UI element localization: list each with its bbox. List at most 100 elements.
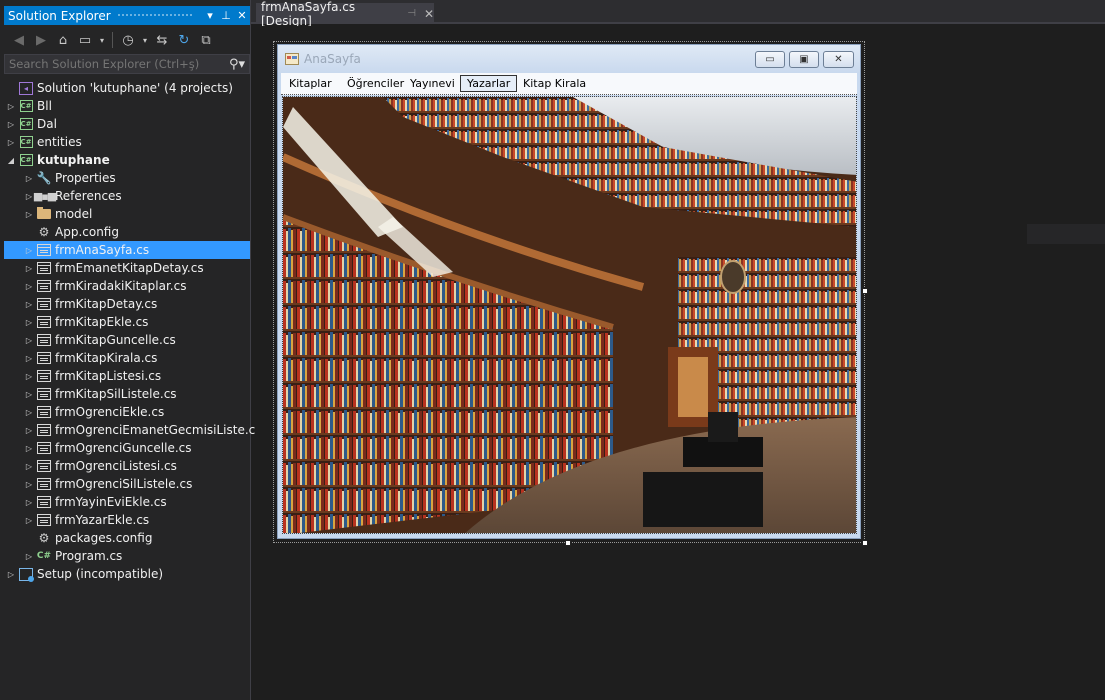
expand-arrow-icon[interactable]: ▷: [22, 246, 36, 255]
window-position-dropdown-icon[interactable]: ▾: [202, 9, 218, 22]
expand-arrow-icon[interactable]: ▷: [22, 498, 36, 507]
resize-handle-right[interactable]: [862, 288, 868, 294]
document-tab-frmanasayfa-design[interactable]: frmAnaSayfa.cs [Design] ⊣ ✕: [256, 0, 434, 28]
tree-node-item[interactable]: ▷ frmOgrenciListesi.cs: [4, 457, 250, 475]
close-button[interactable]: ✕: [823, 51, 854, 68]
tree-node-item[interactable]: ▷ 🔧 Properties: [4, 169, 250, 187]
tree-node-item[interactable]: ▷ frmAnaSayfa.cs: [4, 241, 250, 259]
solution-icon: ◂: [18, 81, 34, 95]
menu-yayinevi[interactable]: Yayınevi: [404, 75, 461, 92]
collapse-arrow-icon[interactable]: ◢: [4, 156, 18, 165]
tree-node-project[interactable]: ▷ C# entities: [4, 133, 250, 151]
expand-arrow-icon[interactable]: ▷: [22, 336, 36, 345]
pending-changes-filter-icon[interactable]: ◷: [119, 31, 137, 49]
tree-node-project[interactable]: ▷ C# Bll: [4, 97, 250, 115]
tree-node-item[interactable]: ▷ model: [4, 205, 250, 223]
tree-node-item[interactable]: ⚙ packages.config: [4, 529, 250, 547]
tree-node-item[interactable]: ▷ frmEmanetKitapDetay.cs: [4, 259, 250, 277]
library-photo-image: [283, 97, 856, 533]
drag-grip[interactable]: [116, 13, 194, 18]
tree-node-project[interactable]: ▷ C# Dal: [4, 115, 250, 133]
form-anasayfa[interactable]: AnaSayfa ▭ ▣ ✕ Kitaplar Öğrenciler Yayın…: [277, 44, 861, 539]
menu-yazarlar[interactable]: Yazarlar: [460, 75, 518, 92]
menu-ogrenciler[interactable]: Öğrenciler: [341, 75, 410, 92]
tree-node-item[interactable]: ▷ C# Program.cs: [4, 547, 250, 565]
csharp-project-icon: C#: [19, 100, 33, 112]
resize-handle-bottom[interactable]: [565, 540, 571, 546]
expand-arrow-icon[interactable]: ▷: [22, 318, 36, 327]
tree-node-item[interactable]: ▷ frmOgrenciGuncelle.cs: [4, 439, 250, 457]
menu-kitaplar[interactable]: Kitaplar: [283, 75, 338, 92]
home-icon[interactable]: ⌂: [54, 31, 72, 49]
expand-arrow-icon[interactable]: ▷: [22, 426, 36, 435]
expand-arrow-icon[interactable]: ▷: [4, 102, 18, 111]
toolbar-separator: [112, 32, 113, 48]
close-icon[interactable]: ✕: [234, 9, 250, 22]
tree-node-solution[interactable]: ◂ Solution 'kutuphane' (4 projects): [4, 79, 250, 97]
refresh-icon[interactable]: ↻: [175, 31, 193, 49]
tree-node-item[interactable]: ▷ frmKitapSilListele.cs: [4, 385, 250, 403]
pin-icon[interactable]: ⊥: [218, 9, 234, 22]
tree-node-item[interactable]: ▷ frmKitapEkle.cs: [4, 313, 250, 331]
expand-arrow-icon[interactable]: ▷: [22, 462, 36, 471]
search-input[interactable]: [5, 57, 225, 71]
expand-arrow-icon[interactable]: ▷: [22, 444, 36, 453]
tree-node-item[interactable]: ▷ frmYazarEkle.cs: [4, 511, 250, 529]
filter-dropdown-icon[interactable]: ▾: [141, 31, 149, 49]
tree-node-label: frmKitapListesi.cs: [55, 369, 162, 383]
expand-arrow-icon[interactable]: ▷: [22, 552, 36, 561]
tree-node-item[interactable]: ▷ frmKitapDetay.cs: [4, 295, 250, 313]
maximize-button[interactable]: ▣: [789, 51, 819, 68]
tree-node-item[interactable]: ▷ frmOgrenciEmanetGecmisiListe.c: [4, 421, 255, 439]
solution-explorer-titlebar[interactable]: Solution Explorer ▾ ⊥ ✕: [4, 6, 250, 25]
collapse-all-icon[interactable]: ⧉: [197, 31, 215, 49]
tree-node-item[interactable]: ⚙ App.config: [4, 223, 250, 241]
expand-arrow-icon[interactable]: ▷: [22, 480, 36, 489]
switch-views-dropdown-icon[interactable]: ▾: [98, 31, 106, 49]
switch-views-icon[interactable]: ▭: [76, 31, 94, 49]
menu-kitap-kirala[interactable]: Kitap Kirala: [517, 75, 592, 92]
tree-node-item[interactable]: ▷ ■▪■ References: [4, 187, 250, 205]
expand-arrow-icon[interactable]: ▷: [4, 120, 18, 129]
tree-node-label: frmOgrenciSilListele.cs: [55, 477, 193, 491]
tree-node-item[interactable]: ▷ frmKitapGuncelle.cs: [4, 331, 250, 349]
pin-tab-icon[interactable]: ⊣: [407, 8, 416, 19]
setup-project-icon: [18, 567, 34, 582]
expand-arrow-icon[interactable]: ▷: [22, 390, 36, 399]
form-titlebar[interactable]: AnaSayfa ▭ ▣ ✕: [278, 45, 860, 73]
close-tab-icon[interactable]: ✕: [424, 7, 434, 21]
library-picture-box[interactable]: [282, 96, 857, 534]
search-icon[interactable]: ⚲▾: [225, 57, 249, 72]
tree-node-item[interactable]: ▷ frmOgrenciEkle.cs: [4, 403, 250, 421]
tree-node-label: entities: [37, 135, 82, 149]
expand-arrow-icon[interactable]: ▷: [22, 300, 36, 309]
sync-with-document-icon[interactable]: ⇆: [153, 31, 171, 49]
expand-arrow-icon[interactable]: ▷: [22, 282, 36, 291]
expand-arrow-icon[interactable]: ▷: [22, 372, 36, 381]
expand-arrow-icon[interactable]: ▷: [22, 408, 36, 417]
tree-node-item[interactable]: ▷ frmOgrenciSilListele.cs: [4, 475, 250, 493]
expand-arrow-icon[interactable]: ▷: [22, 174, 36, 183]
minimize-button[interactable]: ▭: [755, 51, 785, 68]
expand-arrow-icon[interactable]: ▷: [22, 516, 36, 525]
tree-node-item[interactable]: ▷ frmKitapListesi.cs: [4, 367, 250, 385]
tree-node-label: frmEmanetKitapDetay.cs: [55, 261, 204, 275]
expand-arrow-icon[interactable]: ▷: [22, 264, 36, 273]
forward-icon[interactable]: ▶: [32, 31, 50, 49]
form-icon: [36, 405, 52, 419]
tree-node-label: Bll: [37, 99, 52, 113]
expand-arrow-icon[interactable]: ▷: [22, 354, 36, 363]
expand-arrow-icon[interactable]: ▷: [22, 210, 36, 219]
form-icon: [36, 315, 52, 329]
resize-handle-bottom-right[interactable]: [862, 540, 868, 546]
tree-node-project-kutuphane[interactable]: ◢ C# kutuphane: [4, 151, 250, 169]
expand-arrow-icon[interactable]: ▷: [4, 138, 18, 147]
tree-node-item[interactable]: ▷ frmKiradakiKitaplar.cs: [4, 277, 250, 295]
tree-node-setup[interactable]: ▷ Setup (incompatible): [4, 565, 250, 583]
form-icon: [36, 351, 52, 365]
tree-node-item[interactable]: ▷ frmKitapKirala.cs: [4, 349, 250, 367]
back-icon[interactable]: ◀: [10, 31, 28, 49]
tree-node-item[interactable]: ▷ frmYayinEviEkle.cs: [4, 493, 250, 511]
tree-node-label: frmYayinEviEkle.cs: [55, 495, 167, 509]
expand-arrow-icon[interactable]: ▷: [4, 570, 18, 579]
